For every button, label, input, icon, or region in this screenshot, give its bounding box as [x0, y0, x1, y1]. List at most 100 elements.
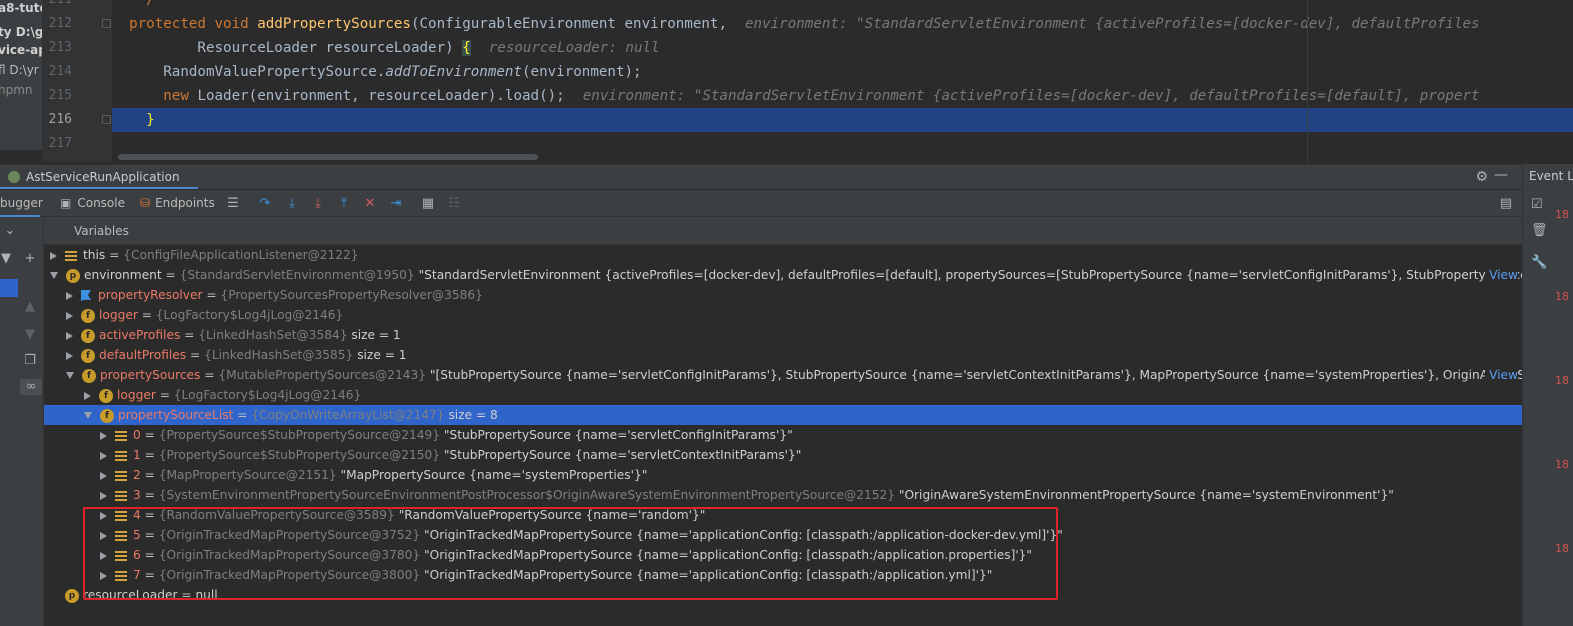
horizontal-scrollbar[interactable]: [118, 154, 538, 160]
equals-sign: =: [105, 248, 124, 262]
code-editor[interactable]: */ protected void addPropertySources(Con…: [112, 0, 1573, 162]
step-out-icon[interactable]: ⤒: [336, 196, 352, 212]
event-time: 18: [1555, 208, 1569, 221]
fold-icon[interactable]: [102, 115, 111, 124]
variable-row[interactable]: f propertySourceList = {CopyOnWriteArrayL…: [44, 405, 1522, 425]
trash-icon[interactable]: 🗑: [1531, 224, 1548, 238]
variable-name: 7: [133, 568, 141, 582]
variable-row[interactable]: 5 = {OriginTrackedMapPropertySource@3752…: [44, 525, 1522, 545]
line-number: 213: [48, 40, 72, 55]
equals-sign: =: [140, 488, 159, 502]
copy-icon[interactable]: ❐: [22, 353, 38, 369]
array-element-icon: [115, 530, 127, 541]
array-element-icon: [115, 430, 127, 441]
variable-row[interactable]: 2 = {MapPropertySource@2151} "MapPropert…: [44, 465, 1522, 485]
move-down-icon[interactable]: ▼: [22, 327, 38, 343]
array-element-icon: [115, 550, 127, 561]
variable-value: "OriginTrackedMapPropertySource {name='a…: [424, 548, 1033, 562]
collapsed-arrow-icon[interactable]: [100, 571, 107, 580]
variable-name: propertySourceList: [118, 408, 234, 422]
event-log-title[interactable]: Event L: [1529, 169, 1573, 183]
variable-row[interactable]: this = {ConfigFileApplicationListener@21…: [44, 245, 1522, 265]
collapsed-arrow-icon[interactable]: [100, 451, 107, 460]
variable-type: {CopyOnWriteArrayList@2147}: [251, 408, 449, 422]
fold-icon[interactable]: [102, 19, 111, 28]
tab-console[interactable]: ▣ Console: [60, 190, 125, 217]
project-item[interactable]: vice-ap: [0, 40, 42, 60]
variable-type: {LogFactory$Log4jLog@2146}: [155, 308, 344, 322]
collapsed-arrow-icon[interactable]: [100, 431, 107, 440]
move-up-icon[interactable]: ▲: [22, 299, 38, 315]
trace-icon[interactable]: ☷: [446, 196, 462, 212]
filter-icon[interactable]: ▼: [0, 251, 14, 267]
collapsed-arrow-icon[interactable]: [100, 511, 107, 520]
event-time: 18: [1555, 290, 1569, 303]
collapsed-arrow-icon[interactable]: [100, 531, 107, 540]
tab-endpoints[interactable]: ⛁ Endpoints: [140, 190, 215, 217]
minimize-icon[interactable]: —: [1494, 167, 1508, 183]
variable-row[interactable]: f defaultProfiles = {LinkedHashSet@3585} …: [44, 345, 1522, 365]
variable-row[interactable]: propertyResolver = {PropertySourcesPrope…: [44, 285, 1522, 305]
collapsed-arrow-icon[interactable]: [66, 331, 73, 340]
variable-row[interactable]: f logger = {LogFactory$Log4jLog@2146}: [44, 305, 1522, 325]
variable-row[interactable]: p environment = {StandardServletEnvironme…: [44, 265, 1522, 285]
collapsed-arrow-icon[interactable]: [100, 551, 107, 560]
step-into-icon[interactable]: ⤓: [284, 196, 300, 212]
collapsed-arrow-icon[interactable]: [100, 471, 107, 480]
variable-value: "[StubPropertySource {name='servletConfi…: [429, 368, 1522, 382]
run-to-cursor-icon[interactable]: ⇥: [388, 196, 404, 212]
variable-row[interactable]: f activeProfiles = {LinkedHashSet@3584} s…: [44, 325, 1522, 345]
force-step-into-icon[interactable]: ⤓: [310, 196, 326, 212]
chevron-down-icon[interactable]: ⌄: [2, 223, 18, 239]
variable-type: {ConfigFileApplicationListener@2122}: [123, 248, 359, 262]
code-line: RandomValuePropertySource.addToEnvironme…: [129, 64, 642, 80]
menu-icon[interactable]: ☰: [225, 196, 241, 212]
variable-row[interactable]: 7 = {OriginTrackedMapPropertySource@3800…: [44, 565, 1522, 585]
add-watch-icon[interactable]: +: [22, 251, 38, 267]
gear-icon[interactable]: ⚙: [1475, 169, 1488, 185]
variable-row[interactable]: 0 = {PropertySource$StubPropertySource@2…: [44, 425, 1522, 445]
variable-row[interactable]: f logger = {LogFactory$Log4jLog@2146}: [44, 385, 1522, 405]
wrench-icon[interactable]: 🔧: [1531, 256, 1547, 270]
view-link[interactable]: View: [1485, 265, 1518, 285]
collapsed-arrow-icon[interactable]: [66, 311, 73, 320]
evaluate-expression-icon[interactable]: ▦: [420, 196, 436, 212]
project-item[interactable]: hpmn: [0, 80, 33, 100]
collapsed-arrow-icon[interactable]: [84, 391, 91, 400]
variable-row[interactable]: 6 = {OriginTrackedMapPropertySource@3780…: [44, 545, 1522, 565]
variable-row[interactable]: 3 = {SystemEnvironmentPropertySourceEnvi…: [44, 485, 1522, 505]
variable-row[interactable]: 4 = {RandomValuePropertySource@3589} "Ra…: [44, 505, 1522, 525]
selected-frame[interactable]: [0, 279, 18, 297]
variable-row[interactable]: f propertySources = {MutablePropertySourc…: [44, 365, 1522, 385]
variable-value: "MapPropertySource {name='systemProperti…: [340, 468, 648, 482]
step-over-icon[interactable]: ↷: [257, 196, 273, 212]
expanded-arrow-icon[interactable]: [66, 372, 74, 379]
project-item[interactable]: ty D:\g: [0, 22, 42, 42]
current-execution-line: }: [112, 108, 1573, 132]
drop-frame-icon[interactable]: ✕: [362, 196, 378, 212]
run-configuration-tab[interactable]: AstServiceRunApplication: [0, 165, 198, 189]
glasses-icon[interactable]: ∞: [20, 379, 42, 395]
variable-type: {PropertySource$StubPropertySource@2149}: [158, 428, 444, 442]
code-line: protected void addPropertySources(Config…: [129, 16, 1480, 32]
line-number: 216: [48, 112, 72, 127]
collapsed-arrow-icon[interactable]: [66, 351, 73, 360]
variable-row[interactable]: 1 = {PropertySource$StubPropertySource@2…: [44, 445, 1522, 465]
project-item[interactable]: fl D:\yr: [0, 60, 39, 80]
view-link[interactable]: View: [1485, 365, 1518, 385]
inline-debug-hint: resourceLoader: null: [488, 40, 660, 56]
equals-sign: =: [200, 368, 219, 382]
expanded-arrow-icon[interactable]: [84, 412, 92, 419]
expanded-arrow-icon[interactable]: [50, 272, 58, 279]
variables-tree[interactable]: this = {ConfigFileApplicationListener@21…: [44, 245, 1522, 626]
collapsed-arrow-icon[interactable]: [66, 291, 73, 300]
checkbox-icon[interactable]: ☑: [1531, 198, 1545, 212]
equals-sign: =: [177, 588, 196, 602]
endpoints-icon: ⛁: [140, 196, 151, 210]
project-item[interactable]: a8-tuto: [0, 0, 42, 18]
layout-icon[interactable]: ▤: [1498, 196, 1514, 212]
tab-debugger[interactable]: bugger: [0, 190, 43, 217]
collapsed-arrow-icon[interactable]: [50, 251, 57, 260]
collapsed-arrow-icon[interactable]: [100, 491, 107, 500]
variable-row[interactable]: p resourceLoader = null: [44, 585, 1522, 605]
